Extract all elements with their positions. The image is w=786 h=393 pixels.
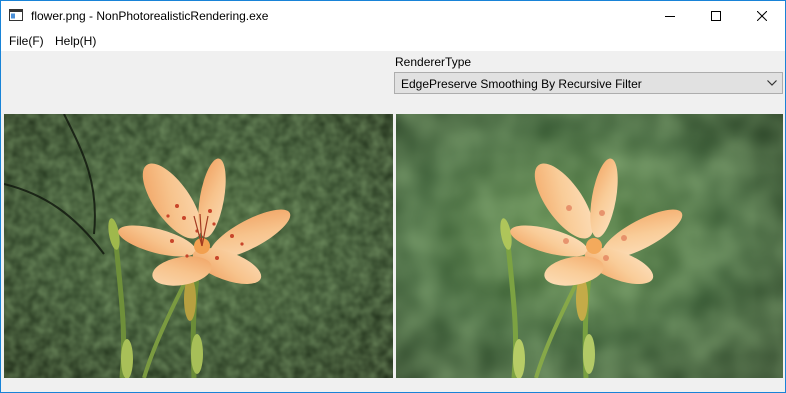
menu-bar: File(F) Help(H) bbox=[1, 31, 785, 51]
maximize-icon bbox=[711, 11, 721, 21]
app-window: flower.png - NonPhotorealisticRendering.… bbox=[0, 0, 786, 393]
close-button[interactable] bbox=[739, 1, 785, 31]
renderer-type-label: RendererType bbox=[395, 55, 472, 69]
maximize-button[interactable] bbox=[693, 1, 739, 31]
title-bar[interactable]: flower.png - NonPhotorealisticRendering.… bbox=[1, 1, 785, 31]
chevron-down-icon bbox=[767, 80, 777, 86]
minimize-icon bbox=[665, 16, 675, 17]
renderer-type-value: EdgePreserve Smoothing By Recursive Filt… bbox=[401, 77, 642, 91]
minimize-button[interactable] bbox=[647, 1, 693, 31]
menu-help[interactable]: Help(H) bbox=[55, 34, 96, 48]
window-title: flower.png - NonPhotorealisticRendering.… bbox=[31, 9, 269, 23]
original-image bbox=[4, 114, 393, 378]
renderer-type-select[interactable]: EdgePreserve Smoothing By Recursive Filt… bbox=[394, 72, 783, 94]
app-window-icon bbox=[9, 9, 23, 21]
close-icon bbox=[757, 11, 767, 21]
rendered-image bbox=[396, 114, 783, 378]
menu-file[interactable]: File(F) bbox=[9, 34, 44, 48]
